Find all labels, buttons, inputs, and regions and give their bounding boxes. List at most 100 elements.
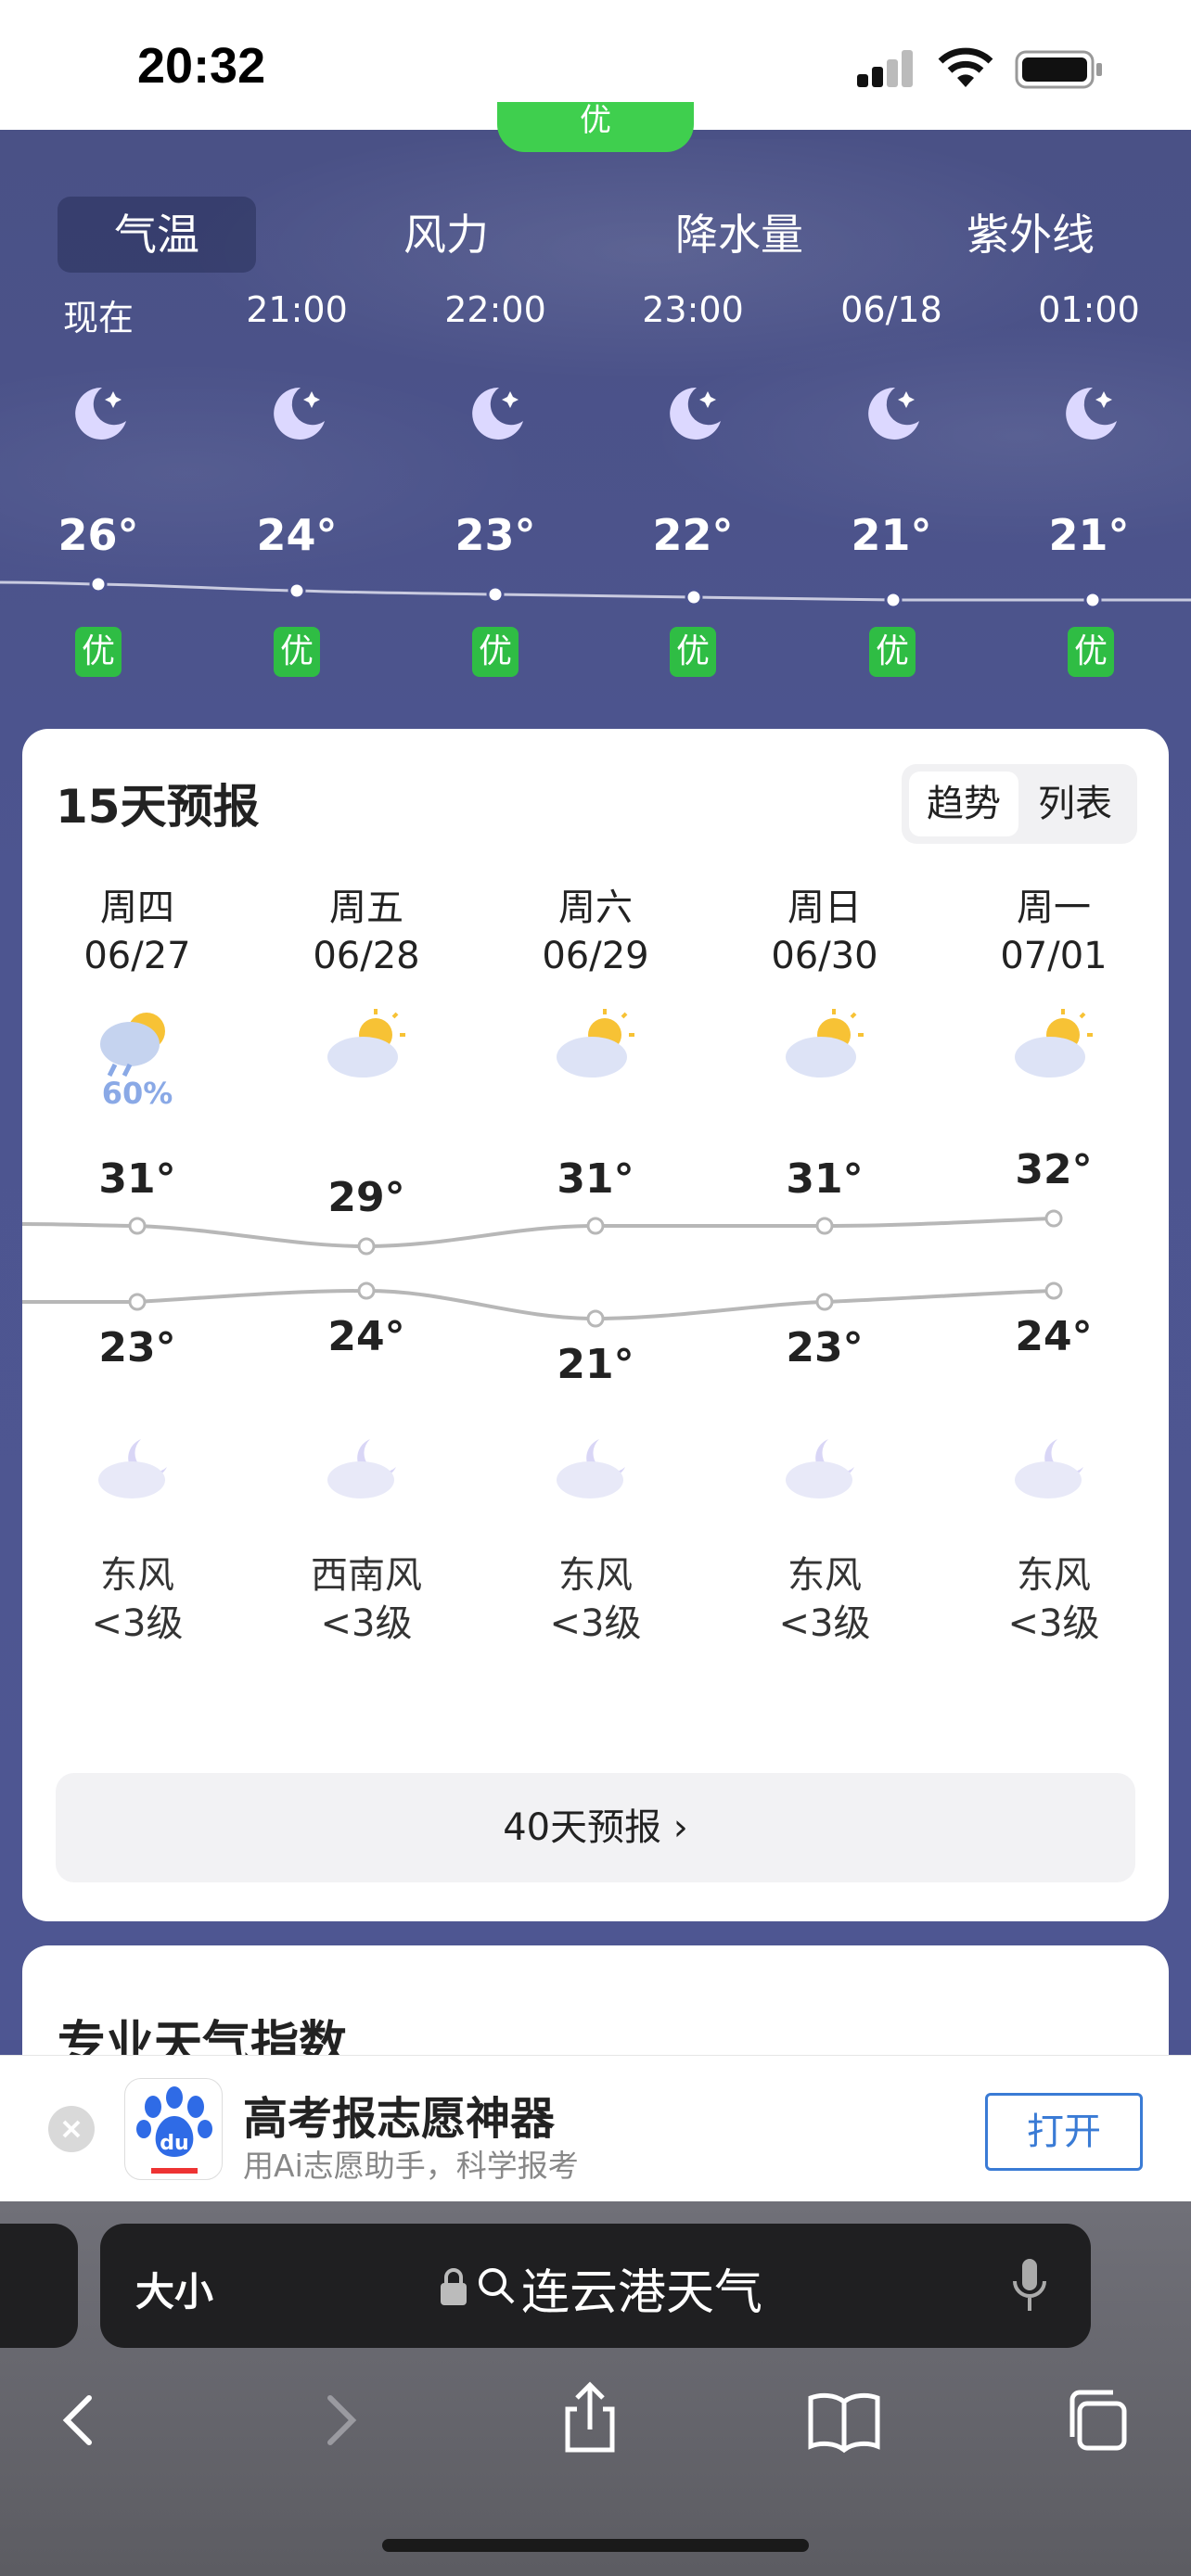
wind-level: <3级 [91, 1602, 184, 1645]
day-weekday: 周六 [558, 886, 633, 929]
cloudy-night-icon [557, 1439, 625, 1498]
paw-icon: du [136, 2086, 212, 2174]
aqi-badge: 优 [1068, 627, 1114, 677]
ad-title: 高考报志愿神器 [243, 2093, 556, 2145]
moon-stars-icon [472, 387, 523, 440]
battery-icon [1015, 50, 1102, 89]
day-low-temp: 24° [327, 1313, 405, 1360]
wind-direction: 东风 [788, 1554, 862, 1597]
forecast-15-day-card: 15天预报 趋势 列表 周四 周五 周六 周日 周一 06/27 06/28 0… [22, 729, 1169, 1921]
aqi-badge: 优 [869, 627, 916, 677]
app-ad-banner: du 高考报志愿神器 用Ai志愿助手，科学报考 打开 [0, 2055, 1191, 2201]
forward-icon[interactable] [293, 2372, 386, 2465]
moon-stars-icon [75, 387, 126, 440]
forecast-title: 15天预报 [56, 780, 260, 834]
hour-temp: 21° [851, 510, 932, 560]
tab-precipitation[interactable]: 降水量 [640, 197, 839, 273]
day-weekday: 周四 [100, 886, 174, 929]
bookmarks-icon[interactable] [798, 2372, 890, 2465]
text-size-button[interactable]: 大小 [135, 2261, 213, 2317]
day-weekday: 周五 [329, 886, 403, 929]
partly-cloudy-icon [786, 1009, 864, 1078]
toggle-list[interactable]: 列表 [1020, 772, 1130, 836]
browser-toolbar: 大小 连云港天气 [0, 2201, 1191, 2576]
precip-chance: 60% [101, 1076, 173, 1111]
cellular-signal-icon [857, 50, 913, 87]
hour-time: 01:00 [1038, 289, 1140, 330]
day-weekday: 周一 [1017, 886, 1091, 929]
home-indicator [382, 2539, 809, 2552]
tab-temperature[interactable]: 气温 [58, 197, 256, 273]
ad-close-button[interactable] [48, 2106, 95, 2152]
day-date: 07/01 [1000, 935, 1108, 977]
address-bar[interactable]: 大小 连云港天气 [100, 2224, 1091, 2348]
tabs-icon[interactable] [1052, 2372, 1145, 2465]
search-icon [479, 2268, 515, 2304]
partly-cloudy-icon [1015, 1009, 1093, 1078]
day-low-temp: 24° [1015, 1313, 1093, 1360]
ad-open-button[interactable]: 打开 [985, 2093, 1143, 2171]
moon-stars-icon [868, 387, 919, 440]
hour-temp: 23° [455, 510, 536, 560]
share-icon[interactable] [544, 2372, 636, 2465]
thunder-shower-icon: 60% [93, 1003, 182, 1111]
tab-uv[interactable]: 紫外线 [931, 197, 1130, 273]
wind-level: <3级 [320, 1602, 413, 1645]
cloudy-night-icon [1015, 1439, 1083, 1498]
wind-direction: 西南风 [311, 1554, 422, 1597]
aqi-badge: 优 [472, 627, 519, 677]
day-date: 06/28 [313, 935, 420, 977]
wind-direction: 东风 [558, 1554, 633, 1597]
wind-level: <3级 [778, 1602, 871, 1645]
baidu-app-logo: du [124, 2078, 223, 2180]
moon-stars-icon [274, 387, 325, 440]
day-date: 06/27 [83, 935, 191, 977]
status-time: 20:32 [137, 38, 266, 94]
wind-direction: 东风 [100, 1554, 174, 1597]
day-high-temp: 32° [1015, 1146, 1093, 1193]
microphone-icon[interactable] [1011, 2257, 1048, 2315]
hourly-temp-curve [0, 575, 1191, 609]
day-low-temp: 23° [786, 1324, 864, 1371]
day-date: 06/30 [771, 935, 878, 977]
tab-wind[interactable]: 风力 [347, 197, 545, 273]
hour-temp: 21° [1048, 510, 1130, 560]
hour-temp: 24° [256, 510, 338, 560]
partly-cloudy-icon [327, 1009, 405, 1078]
cloudy-night-icon [327, 1439, 396, 1498]
hour-time: 21:00 [246, 289, 348, 330]
hour-time: 现在 [62, 298, 134, 338]
day-low-temp: 23° [98, 1324, 176, 1371]
wind-direction: 东风 [1017, 1554, 1091, 1597]
aqi-badge: 优 [75, 627, 122, 677]
hour-time: 23:00 [642, 289, 744, 330]
wifi-icon [938, 47, 993, 87]
moon-stars-icon [670, 387, 721, 440]
screen: { "status_bar": {"time": "20:32"}, "aqi_… [0, 0, 1191, 2576]
toggle-trend[interactable]: 趋势 [909, 772, 1018, 836]
hour-time: 22:00 [444, 289, 546, 330]
lock-icon [441, 2268, 467, 2305]
aqi-badge: 优 [274, 627, 320, 677]
address-text: 连云港天气 [521, 2265, 763, 2321]
hour-temp: 26° [58, 510, 139, 560]
cloudy-night-icon [98, 1439, 167, 1498]
view-toggle: 趋势 列表 [902, 764, 1137, 844]
previous-tab-preview[interactable] [0, 2224, 78, 2348]
wind-level: <3级 [1007, 1602, 1100, 1645]
day-weekday: 周日 [788, 886, 862, 929]
hour-temp: 22° [652, 510, 734, 560]
back-icon[interactable] [33, 2372, 126, 2465]
metric-tabs: 气温 风力 降水量 紫外线 [58, 197, 1133, 273]
moon-stars-icon [1066, 387, 1117, 440]
hour-time: 06/18 [840, 289, 942, 330]
ad-subtitle: 用Ai志愿助手，科学报考 [243, 2148, 579, 2184]
wind-level: <3级 [549, 1602, 642, 1645]
day-low-temp: 21° [557, 1341, 634, 1388]
aqi-summary-label: 优 [580, 102, 611, 139]
aqi-badge: 优 [670, 627, 716, 677]
partly-cloudy-icon [557, 1009, 634, 1078]
cloudy-night-icon [786, 1439, 854, 1498]
forecast-40-day-button[interactable]: 40天预报 › [56, 1773, 1135, 1882]
aqi-summary-pill[interactable]: 优 [497, 102, 694, 152]
